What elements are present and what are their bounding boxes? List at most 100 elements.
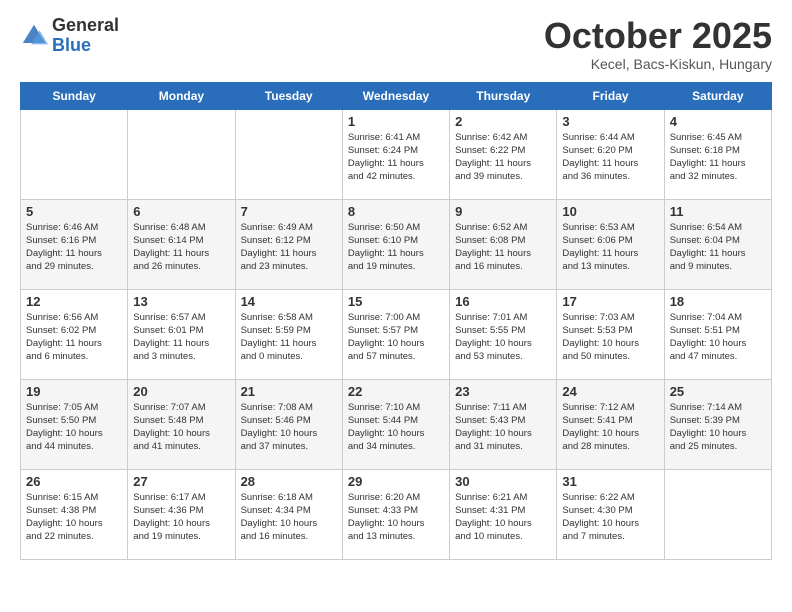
day-info: Sunrise: 6:45 AM Sunset: 6:18 PM Dayligh… xyxy=(670,131,766,184)
calendar-cell: 4 Sunrise: 6:45 AM Sunset: 6:18 PM Daylig… xyxy=(664,109,771,199)
day-info: Sunrise: 7:11 AM Sunset: 5:43 PM Dayligh… xyxy=(455,401,551,454)
calendar-cell: 17 Sunrise: 7:03 AM Sunset: 5:53 PM Dayli… xyxy=(557,289,664,379)
calendar-week-row: 12 Sunrise: 6:56 AM Sunset: 6:02 PM Dayli… xyxy=(21,289,772,379)
calendar-week-row: 26 Sunrise: 6:15 AM Sunset: 4:38 PM Dayli… xyxy=(21,469,772,559)
day-number: 23 xyxy=(455,384,551,399)
day-number: 22 xyxy=(348,384,444,399)
calendar-cell: 18 Sunrise: 7:04 AM Sunset: 5:51 PM Dayli… xyxy=(664,289,771,379)
day-info: Sunrise: 7:08 AM Sunset: 5:46 PM Dayligh… xyxy=(241,401,337,454)
day-info: Sunrise: 6:44 AM Sunset: 6:20 PM Dayligh… xyxy=(562,131,658,184)
weekday-header: Thursday xyxy=(450,82,557,109)
calendar-cell: 2 Sunrise: 6:42 AM Sunset: 6:22 PM Daylig… xyxy=(450,109,557,199)
weekday-header: Sunday xyxy=(21,82,128,109)
day-number: 5 xyxy=(26,204,122,219)
calendar-cell xyxy=(21,109,128,199)
day-number: 2 xyxy=(455,114,551,129)
calendar-cell: 23 Sunrise: 7:11 AM Sunset: 5:43 PM Dayli… xyxy=(450,379,557,469)
day-info: Sunrise: 6:17 AM Sunset: 4:36 PM Dayligh… xyxy=(133,491,229,544)
calendar-cell: 31Sunrise: 6:22 AM Sunset: 4:30 PM Dayli… xyxy=(557,469,664,559)
day-number: 4 xyxy=(670,114,766,129)
logo-icon xyxy=(20,22,48,50)
calendar-cell: 29Sunrise: 6:20 AM Sunset: 4:33 PM Dayli… xyxy=(342,469,449,559)
day-info: Sunrise: 7:07 AM Sunset: 5:48 PM Dayligh… xyxy=(133,401,229,454)
calendar-cell xyxy=(664,469,771,559)
title-block: October 2025 Kecel, Bacs-Kiskun, Hungary xyxy=(544,16,772,72)
calendar-cell: 12 Sunrise: 6:56 AM Sunset: 6:02 PM Dayli… xyxy=(21,289,128,379)
logo: General Blue xyxy=(20,16,119,56)
day-number: 8 xyxy=(348,204,444,219)
calendar-week-row: 5Sunrise: 6:46 AM Sunset: 6:16 PM Daylig… xyxy=(21,199,772,289)
day-number: 7 xyxy=(241,204,337,219)
day-number: 11 xyxy=(670,204,766,219)
calendar-cell: 16 Sunrise: 7:01 AM Sunset: 5:55 PM Dayli… xyxy=(450,289,557,379)
day-number: 25 xyxy=(670,384,766,399)
page-header: General Blue October 2025 Kecel, Bacs-Ki… xyxy=(20,16,772,72)
day-number: 17 xyxy=(562,294,658,309)
calendar-cell: 14 Sunrise: 6:58 AM Sunset: 5:59 PM Dayli… xyxy=(235,289,342,379)
day-info: Sunrise: 6:42 AM Sunset: 6:22 PM Dayligh… xyxy=(455,131,551,184)
calendar-week-row: 19 Sunrise: 7:05 AM Sunset: 5:50 PM Dayli… xyxy=(21,379,772,469)
day-number: 27 xyxy=(133,474,229,489)
day-info: Sunrise: 7:05 AM Sunset: 5:50 PM Dayligh… xyxy=(26,401,122,454)
calendar-title: October 2025 xyxy=(544,16,772,56)
calendar-week-row: 1 Sunrise: 6:41 AM Sunset: 6:24 PM Daylig… xyxy=(21,109,772,199)
day-number: 19 xyxy=(26,384,122,399)
day-number: 3 xyxy=(562,114,658,129)
day-info: Sunrise: 6:21 AM Sunset: 4:31 PM Dayligh… xyxy=(455,491,551,544)
calendar-cell: 30 Sunrise: 6:21 AM Sunset: 4:31 PM Dayli… xyxy=(450,469,557,559)
day-number: 16 xyxy=(455,294,551,309)
day-number: 31 xyxy=(562,474,658,489)
day-info: Sunrise: 7:14 AM Sunset: 5:39 PM Dayligh… xyxy=(670,401,766,454)
day-info: Sunrise: 6:58 AM Sunset: 5:59 PM Dayligh… xyxy=(241,311,337,364)
day-info: Sunrise: 6:57 AM Sunset: 6:01 PM Dayligh… xyxy=(133,311,229,364)
calendar-cell: 5Sunrise: 6:46 AM Sunset: 6:16 PM Daylig… xyxy=(21,199,128,289)
calendar-cell: 26 Sunrise: 6:15 AM Sunset: 4:38 PM Dayli… xyxy=(21,469,128,559)
day-info: Sunrise: 6:50 AM Sunset: 6:10 PM Dayligh… xyxy=(348,221,444,274)
calendar-cell: 19 Sunrise: 7:05 AM Sunset: 5:50 PM Dayli… xyxy=(21,379,128,469)
day-info: Sunrise: 6:41 AM Sunset: 6:24 PM Dayligh… xyxy=(348,131,444,184)
day-number: 26 xyxy=(26,474,122,489)
day-number: 15 xyxy=(348,294,444,309)
day-info: Sunrise: 7:01 AM Sunset: 5:55 PM Dayligh… xyxy=(455,311,551,364)
weekday-header: Wednesday xyxy=(342,82,449,109)
day-info: Sunrise: 7:00 AM Sunset: 5:57 PM Dayligh… xyxy=(348,311,444,364)
day-number: 6 xyxy=(133,204,229,219)
weekday-header-row: SundayMondayTuesdayWednesdayThursdayFrid… xyxy=(21,82,772,109)
logo-general-text: General xyxy=(52,16,119,36)
day-number: 14 xyxy=(241,294,337,309)
day-info: Sunrise: 6:54 AM Sunset: 6:04 PM Dayligh… xyxy=(670,221,766,274)
calendar-cell: 7Sunrise: 6:49 AM Sunset: 6:12 PM Daylig… xyxy=(235,199,342,289)
day-info: Sunrise: 7:03 AM Sunset: 5:53 PM Dayligh… xyxy=(562,311,658,364)
day-number: 12 xyxy=(26,294,122,309)
calendar-table: SundayMondayTuesdayWednesdayThursdayFrid… xyxy=(20,82,772,560)
calendar-cell: 13 Sunrise: 6:57 AM Sunset: 6:01 PM Dayli… xyxy=(128,289,235,379)
day-info: Sunrise: 6:15 AM Sunset: 4:38 PM Dayligh… xyxy=(26,491,122,544)
calendar-cell: 1 Sunrise: 6:41 AM Sunset: 6:24 PM Daylig… xyxy=(342,109,449,199)
day-number: 30 xyxy=(455,474,551,489)
weekday-header: Monday xyxy=(128,82,235,109)
day-number: 9 xyxy=(455,204,551,219)
day-info: Sunrise: 6:48 AM Sunset: 6:14 PM Dayligh… xyxy=(133,221,229,274)
day-number: 18 xyxy=(670,294,766,309)
calendar-cell: 11 Sunrise: 6:54 AM Sunset: 6:04 PM Dayli… xyxy=(664,199,771,289)
calendar-cell: 21 Sunrise: 7:08 AM Sunset: 5:46 PM Dayli… xyxy=(235,379,342,469)
day-info: Sunrise: 6:20 AM Sunset: 4:33 PM Dayligh… xyxy=(348,491,444,544)
logo-blue-text: Blue xyxy=(52,36,119,56)
day-info: Sunrise: 7:04 AM Sunset: 5:51 PM Dayligh… xyxy=(670,311,766,364)
day-info: Sunrise: 7:12 AM Sunset: 5:41 PM Dayligh… xyxy=(562,401,658,454)
day-number: 13 xyxy=(133,294,229,309)
day-info: Sunrise: 7:10 AM Sunset: 5:44 PM Dayligh… xyxy=(348,401,444,454)
calendar-cell xyxy=(128,109,235,199)
weekday-header: Saturday xyxy=(664,82,771,109)
day-info: Sunrise: 6:56 AM Sunset: 6:02 PM Dayligh… xyxy=(26,311,122,364)
day-number: 20 xyxy=(133,384,229,399)
day-info: Sunrise: 6:52 AM Sunset: 6:08 PM Dayligh… xyxy=(455,221,551,274)
calendar-cell: 6 Sunrise: 6:48 AM Sunset: 6:14 PM Daylig… xyxy=(128,199,235,289)
calendar-cell: 20 Sunrise: 7:07 AM Sunset: 5:48 PM Dayli… xyxy=(128,379,235,469)
day-number: 1 xyxy=(348,114,444,129)
day-info: Sunrise: 6:18 AM Sunset: 4:34 PM Dayligh… xyxy=(241,491,337,544)
calendar-subtitle: Kecel, Bacs-Kiskun, Hungary xyxy=(544,56,772,72)
calendar-cell: 8 Sunrise: 6:50 AM Sunset: 6:10 PM Daylig… xyxy=(342,199,449,289)
day-number: 21 xyxy=(241,384,337,399)
calendar-cell: 22 Sunrise: 7:10 AM Sunset: 5:44 PM Dayli… xyxy=(342,379,449,469)
